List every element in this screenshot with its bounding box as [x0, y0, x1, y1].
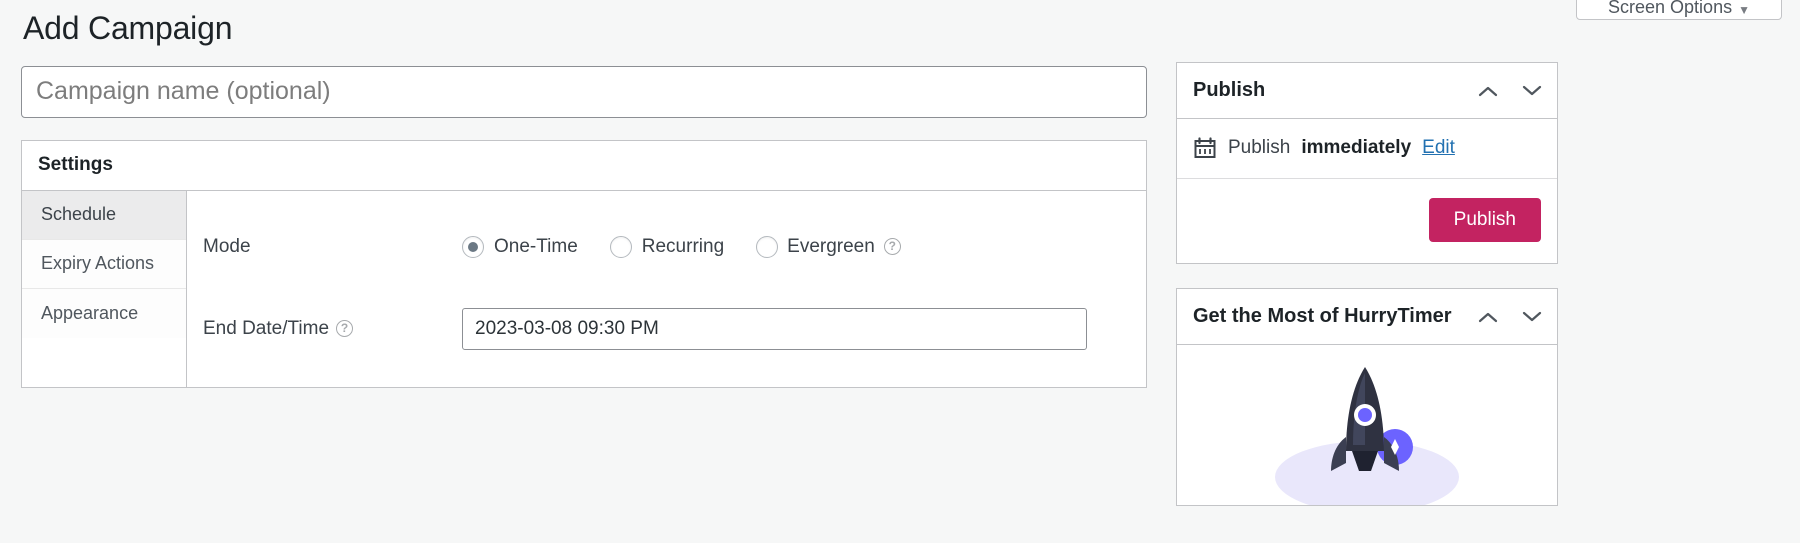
settings-metabox-header: Settings: [22, 141, 1146, 191]
end-date-field-row: End Date/Time ?: [187, 299, 1146, 359]
screen-options-toggle[interactable]: Screen Options ▼: [1576, 0, 1782, 20]
help-icon-evergreen[interactable]: ?: [884, 238, 901, 255]
tab-schedule-label: Schedule: [41, 204, 116, 225]
wp-admin-add-campaign-screen: Screen Options ▼ Add Campaign Settings S…: [0, 0, 1800, 543]
chevron-down-icon[interactable]: [1521, 306, 1543, 328]
publish-box-title: Publish: [1193, 79, 1477, 102]
radio-option-recurring[interactable]: Recurring: [610, 236, 724, 258]
main-column: Add Campaign Settings Schedule Expiry Ac…: [21, 0, 1149, 388]
mode-label-wrap: Mode: [187, 236, 462, 258]
screen-options-label: Screen Options: [1608, 0, 1732, 16]
radio-option-evergreen[interactable]: Evergreen ?: [756, 236, 901, 258]
radio-one-time-label: One-Time: [494, 236, 578, 258]
publish-status-prefix: Publish: [1228, 137, 1290, 159]
settings-metabox-body: Schedule Expiry Actions Appearance Mode: [22, 191, 1146, 387]
sidebar-column: Publish: [1176, 62, 1558, 530]
radio-recurring-label: Recurring: [642, 236, 724, 258]
end-date-label-wrap: End Date/Time ?: [187, 318, 462, 340]
mode-radio-group: One-Time Recurring Evergreen ?: [462, 236, 901, 258]
promo-box-title: Get the Most of HurryTimer: [1193, 305, 1477, 328]
end-date-input[interactable]: [462, 308, 1087, 350]
tab-appearance[interactable]: Appearance: [22, 289, 186, 338]
settings-title: Settings: [38, 154, 113, 176]
tab-expiry-actions-label: Expiry Actions: [41, 253, 154, 274]
publish-box: Publish: [1176, 62, 1558, 264]
radio-recurring[interactable]: [610, 236, 632, 258]
calendar-icon: [1193, 136, 1217, 160]
edit-publish-date-link[interactable]: Edit: [1422, 137, 1455, 159]
mode-field-row: Mode One-Time Recurring: [187, 217, 1146, 277]
chevron-down-icon: ▼: [1738, 4, 1750, 16]
promo-box-controls: [1477, 306, 1543, 328]
page-title: Add Campaign: [21, 0, 1149, 66]
help-icon-end-date[interactable]: ?: [336, 320, 353, 337]
publish-box-controls: [1477, 80, 1543, 102]
settings-metabox: Settings Schedule Expiry Actions Appeara…: [21, 140, 1147, 388]
end-date-label: End Date/Time: [203, 318, 329, 340]
tab-schedule[interactable]: Schedule: [22, 191, 186, 240]
publish-button[interactable]: Publish: [1429, 198, 1541, 242]
chevron-up-icon[interactable]: [1477, 306, 1499, 328]
radio-one-time[interactable]: [462, 236, 484, 258]
schedule-panel: Mode One-Time Recurring: [187, 191, 1146, 387]
radio-evergreen-label: Evergreen: [787, 236, 875, 258]
mode-label: Mode: [203, 236, 251, 258]
promo-box-body: [1177, 345, 1557, 505]
tab-appearance-label: Appearance: [41, 303, 138, 324]
publish-schedule-row: Publish immediately Edit: [1177, 119, 1557, 179]
promo-box: Get the Most of HurryTimer: [1176, 288, 1558, 506]
promo-box-header: Get the Most of HurryTimer: [1177, 289, 1557, 345]
chevron-down-icon[interactable]: [1521, 80, 1543, 102]
settings-tab-list: Schedule Expiry Actions Appearance: [22, 191, 187, 387]
publish-status-value: immediately: [1301, 137, 1411, 159]
chevron-up-icon[interactable]: [1477, 80, 1499, 102]
rocket-illustration: [1247, 359, 1487, 505]
radio-option-one-time[interactable]: One-Time: [462, 236, 578, 258]
radio-evergreen[interactable]: [756, 236, 778, 258]
campaign-name-input[interactable]: [21, 66, 1147, 118]
publish-actions: Publish: [1177, 179, 1557, 263]
tab-expiry-actions[interactable]: Expiry Actions: [22, 240, 186, 289]
publish-box-header: Publish: [1177, 63, 1557, 119]
